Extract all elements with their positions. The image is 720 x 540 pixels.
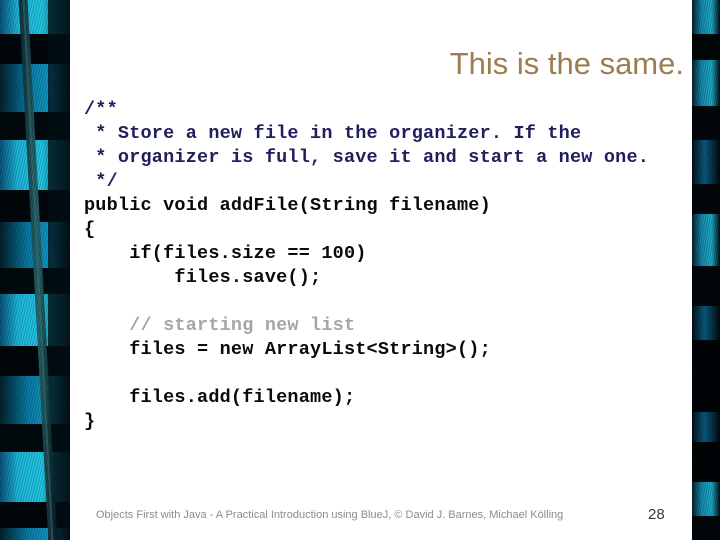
code-line: if(files.size == 100) [84,243,367,264]
page-title: This is the same. [449,46,684,81]
code-line: } [84,411,96,432]
page-number: 28 [648,506,665,523]
code-line: files.save(); [84,267,322,288]
footer-credit: Objects First with Java - A Practical In… [96,509,564,521]
feather-image-left [0,0,70,540]
code-line: * Store a new file in the organizer. If … [84,123,582,144]
code-line: // starting new list [84,315,356,336]
code-line: files.add(filename); [84,387,356,408]
slide-canvas: This is the same. /** * Store a new file… [0,0,720,540]
code-line: /** [84,99,118,120]
code-line: * organizer is full, save it and start a… [84,147,650,168]
code-block: /** * Store a new file in the organizer.… [84,98,704,434]
code-line: { [84,219,96,240]
title-area: This is the same. [96,44,684,88]
code-line: files = new ArrayList<String>(); [84,339,491,360]
code-line: public void addFile(String filename) [84,195,491,216]
code-line: */ [84,171,118,192]
